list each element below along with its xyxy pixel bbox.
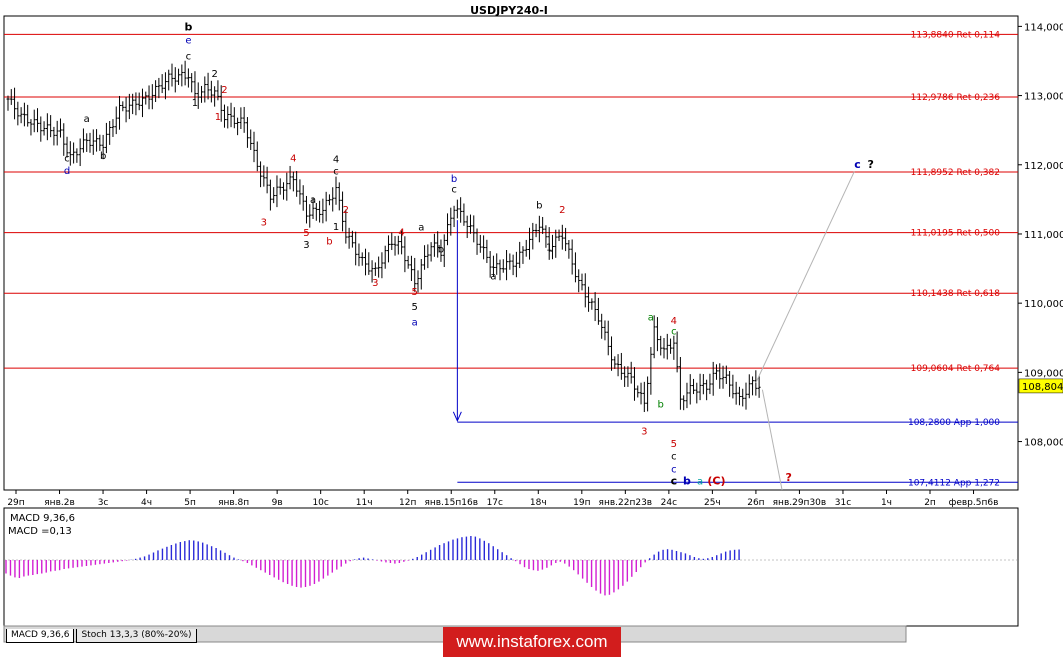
last-price-label: 108,804 <box>1022 382 1063 393</box>
time-tick-label: янв.2в <box>44 498 75 508</box>
wave-label: 3 <box>641 427 647 438</box>
time-tick-label: 17с <box>487 498 503 508</box>
wave-label: e <box>185 36 191 47</box>
wave-label: ? <box>785 471 791 484</box>
wave-label: c <box>671 326 677 337</box>
time-tick-label: 9в <box>272 498 283 508</box>
time-tick-label: 4ч <box>141 498 152 508</box>
chart-frames <box>3 15 1019 643</box>
wave-label: c <box>451 184 457 195</box>
wave-label: c <box>671 452 677 463</box>
time-tick-label: 26п <box>747 498 764 508</box>
wave-label: b <box>100 151 106 162</box>
time-tick-label: февр.5п6в <box>949 498 999 508</box>
wave-label: c <box>671 474 678 487</box>
time-tick-label: 2п <box>924 498 936 508</box>
wave-label: 5 <box>303 228 309 239</box>
chart-title: USDJPY240-I <box>470 4 548 17</box>
wave-label: a <box>84 114 90 125</box>
wave-label: b <box>536 200 542 211</box>
wave-label: 2 <box>221 85 227 96</box>
wave-label: c <box>333 166 339 177</box>
wave-label: 1 <box>333 222 339 233</box>
level-label: 108,2800 App 1,000 <box>908 418 1000 428</box>
tab-stoch[interactable]: Stoch 13,3,3 (80%-20%) <box>76 629 197 643</box>
time-tick-label: 29п <box>7 498 24 508</box>
level-label: 110,1438 Ret 0,618 <box>911 289 1001 299</box>
wave-label: a <box>490 272 496 283</box>
time-tick-label: 10с <box>312 498 328 508</box>
wave-label: b <box>438 245 444 256</box>
wave-label: b <box>326 236 332 247</box>
wave-label: c <box>854 158 861 171</box>
wave-label: 5 <box>412 287 418 298</box>
price-chart: 113,8840 Ret 0,114 112,9786 Ret 0,236 111,… <box>3 15 1063 643</box>
wave-label: 1 <box>192 98 198 109</box>
wave-label: ? <box>867 158 873 171</box>
price-tick-label: 108,000 <box>1024 438 1063 449</box>
wave-label: 4 <box>398 227 404 238</box>
wave-label: 3 <box>372 278 378 289</box>
time-tick-label: янв.8п <box>218 498 249 508</box>
level-label: 112,9786 Ret 0,236 <box>911 93 1001 103</box>
wave-label: 2 <box>343 205 349 216</box>
level-label: 111,0195 Ret 0,500 <box>911 229 1001 239</box>
time-tick-label: 3с <box>98 498 109 508</box>
price-axis: 114,000 113,000 112,000 111,000 110,000 109,0… <box>1018 22 1063 449</box>
wave-label: a <box>412 317 418 328</box>
wave-label: c <box>64 153 70 164</box>
wave-label: a <box>697 476 703 487</box>
time-tick-label: 31с <box>835 498 851 508</box>
time-tick-label: 19п <box>573 498 590 508</box>
wave-label: b <box>658 400 664 411</box>
level-label: 111,8952 Ret 0,382 <box>911 168 1000 178</box>
wave-label: b <box>683 474 691 487</box>
wave-label: 2 <box>211 69 217 80</box>
indicator-tabs: MACD 9,36,6 Stoch 13,3,3 (80%-20%) <box>6 629 197 643</box>
watermark-banner[interactable]: www.instaforex.com <box>443 627 621 657</box>
time-axis: 29п янв.2в 3с 4ч 5п янв.8п 9в 10с 11ч 12п янв.15п1… <box>7 490 998 508</box>
wave-label: 3 <box>303 240 309 251</box>
price-tick-label: 111,000 <box>1024 230 1063 241</box>
price-tick-label: 112,000 <box>1024 161 1063 172</box>
wave-label: 2 <box>559 205 565 216</box>
price-tick-label: 114,000 <box>1024 22 1063 33</box>
time-tick-label: 12п <box>399 498 416 508</box>
wave-label: (C) <box>707 474 725 487</box>
wave-label: 5 <box>412 302 418 313</box>
macd-value: MACD =0,13 <box>8 526 72 537</box>
price-tick-label: 109,000 <box>1024 368 1063 379</box>
time-tick-label: янв.15п16в <box>424 498 478 508</box>
wave-label: 5 <box>671 439 677 450</box>
wave-label: b <box>451 174 457 185</box>
macd-name: MACD 9,36,6 <box>10 513 75 524</box>
wave-label: c <box>186 52 192 63</box>
time-tick-label: янв.22п23в <box>599 498 653 508</box>
level-label: 113,8840 Ret 0,114 <box>911 30 1001 40</box>
wave-label: 1 <box>546 243 552 254</box>
wave-label: b <box>184 21 192 34</box>
wave-label: a <box>648 312 654 323</box>
time-tick-label: 1ч <box>881 498 892 508</box>
price-tick-label: 113,000 <box>1024 92 1063 103</box>
time-tick-label: 5п <box>184 498 196 508</box>
indicator-plot-frame <box>3 507 1019 627</box>
wave-label: a <box>418 223 424 234</box>
wave-label: 3 <box>261 218 267 229</box>
wave-label: 4 <box>671 316 677 327</box>
time-tick-label: 18ч <box>530 498 547 508</box>
time-tick-label: 11ч <box>356 498 373 508</box>
wave-label: 1 <box>215 112 221 123</box>
level-label: 107,4112 App 1,272 <box>908 478 1000 488</box>
level-label: 109,0604 Ret 0,764 <box>911 364 1001 374</box>
wave-label: 4 <box>333 155 339 166</box>
time-tick-label: янв.29п30в <box>773 498 827 508</box>
wave-label: a <box>310 195 316 206</box>
wave-label: 4 <box>290 153 296 164</box>
time-tick-label: 24с <box>661 498 677 508</box>
wave-label: d <box>64 166 70 177</box>
price-tick-label: 110,000 <box>1024 299 1063 310</box>
time-tick-label: 25ч <box>704 498 721 508</box>
tab-macd[interactable]: MACD 9,36,6 <box>6 629 75 643</box>
